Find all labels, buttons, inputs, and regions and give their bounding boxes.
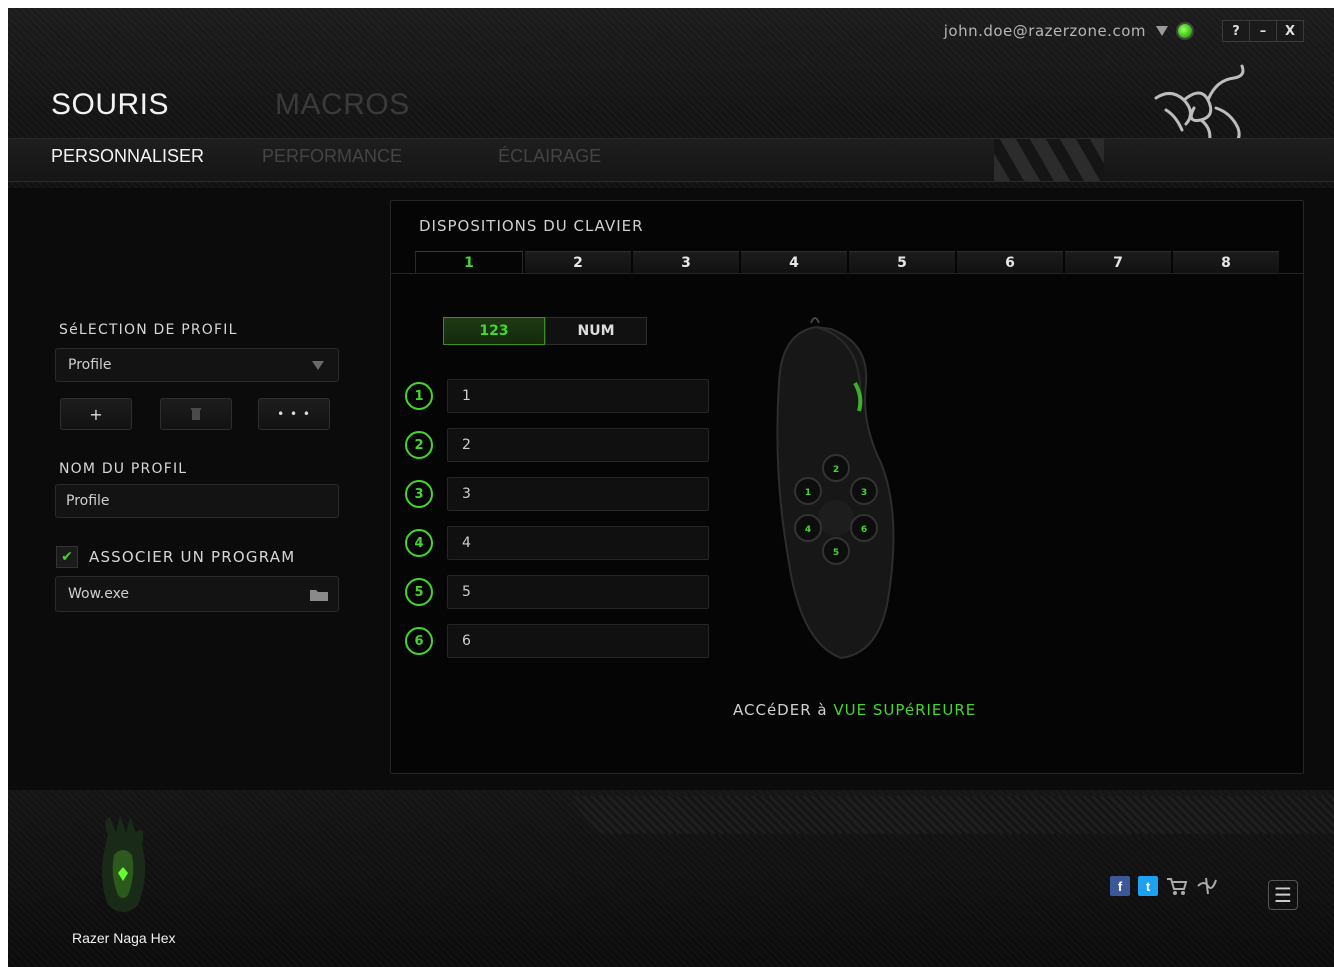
svg-text:4: 4 <box>805 525 811 535</box>
trash-icon <box>191 408 201 420</box>
key-row: 2 2 <box>405 428 709 462</box>
footer: Razer Naga Hex f t ☰ <box>8 790 1334 967</box>
mouse-side-view: 2 1 3 4 6 5 <box>776 317 895 660</box>
key-assignment-field[interactable]: 5 <box>447 575 709 609</box>
twitter-icon[interactable]: t <box>1138 876 1158 896</box>
svg-text:1: 1 <box>805 488 811 498</box>
key-row: 3 3 <box>405 477 709 511</box>
program-path-input[interactable]: Wow.exe <box>55 576 339 612</box>
key-number-badge: 2 <box>405 431 433 459</box>
svg-text:5: 5 <box>833 548 839 558</box>
social-links: f t <box>1110 876 1218 896</box>
key-number-badge: 1 <box>405 382 433 410</box>
menu-icon[interactable]: ☰ <box>1268 880 1298 910</box>
program-path-value: Wow.exe <box>68 586 130 602</box>
link-program-checkbox[interactable]: ✔ <box>56 546 78 568</box>
more-options-button[interactable]: • • • <box>258 398 330 430</box>
key-row: 5 5 <box>405 575 709 609</box>
account-dropdown-icon[interactable] <box>1156 26 1168 36</box>
tab-divider <box>391 273 1303 274</box>
cart-icon[interactable] <box>1166 876 1188 896</box>
keymap-tab-5[interactable]: 5 <box>849 251 955 274</box>
keymap-tab-6[interactable]: 6 <box>957 251 1063 274</box>
access-prefix: ACCéDER à <box>733 701 834 719</box>
tab-performance[interactable]: PERFORMANCE <box>262 146 402 167</box>
device-name: Razer Naga Hex <box>72 930 176 946</box>
minimize-button[interactable]: – <box>1250 21 1277 41</box>
delete-profile-button[interactable] <box>160 398 232 430</box>
keymap-tabs: 1 2 3 4 5 6 7 8 <box>415 251 1279 274</box>
profile-selection-label: SéLECTION DE PROFIL <box>59 322 238 338</box>
profile-name-input[interactable]: Profile <box>55 484 339 518</box>
svg-text:6: 6 <box>861 525 867 535</box>
facebook-icon[interactable]: f <box>1110 876 1130 896</box>
keymap-tab-2[interactable]: 2 <box>525 251 631 274</box>
keymap-tab-4[interactable]: 4 <box>741 251 847 274</box>
key-row: 1 1 <box>405 379 709 413</box>
key-assignment-field[interactable]: 6 <box>447 624 709 658</box>
keymap-panel: DISPOSITIONS DU CLAVIER 1 2 3 4 5 6 7 8 … <box>390 200 1304 774</box>
check-icon: ✔ <box>61 549 73 565</box>
footer-strip <box>568 796 1334 834</box>
close-button[interactable]: X <box>1277 21 1303 41</box>
tab-souris[interactable]: SOURIS <box>51 88 169 122</box>
key-number-badge: 3 <box>405 480 433 508</box>
keymap-title: DISPOSITIONS DU CLAVIER <box>419 217 644 235</box>
key-assignment-field[interactable]: 3 <box>447 477 709 511</box>
numpad-toggle: 123 NUM <box>443 317 647 345</box>
key-number-badge: 5 <box>405 578 433 606</box>
toggle-123-button[interactable]: 123 <box>443 317 545 345</box>
folder-icon[interactable] <box>310 588 328 601</box>
key-row: 6 6 <box>405 624 709 658</box>
window-controls: ? – X <box>1222 20 1304 42</box>
profile-select-value: Profile <box>68 357 112 373</box>
tab-personnaliser[interactable]: PERSONNALISER <box>51 146 204 167</box>
razer-icon[interactable] <box>1196 876 1218 896</box>
user-email[interactable]: john.doe@razerzone.com <box>944 22 1146 40</box>
keymap-tab-8[interactable]: 8 <box>1173 251 1279 274</box>
toggle-num-button[interactable]: NUM <box>545 317 647 345</box>
key-number-badge: 4 <box>405 529 433 557</box>
keymap-tab-7[interactable]: 7 <box>1065 251 1171 274</box>
profile-name-label: NOM DU PROFIL <box>59 461 188 477</box>
sub-tabs: PERSONNALISER PERFORMANCE ÉCLAIRAGE <box>51 146 659 167</box>
main-tabs: SOURIS MACROS <box>51 88 410 122</box>
decorative-stripes <box>994 139 1104 181</box>
profile-select[interactable]: Profile <box>55 348 339 382</box>
top-view-link[interactable]: VUE SUPéRIEURE <box>833 701 976 719</box>
add-profile-button[interactable]: + <box>60 398 132 430</box>
help-button[interactable]: ? <box>1223 21 1250 41</box>
razer-synapse-window: john.doe@razerzone.com ? – X SOURIS MACR… <box>8 8 1334 967</box>
access-top-view: ACCéDER à VUE SUPéRIEURE <box>733 701 976 719</box>
svg-text:3: 3 <box>861 488 867 498</box>
key-assignment-field[interactable]: 1 <box>447 379 709 413</box>
chevron-down-icon <box>312 361 324 370</box>
key-row: 4 4 <box>405 526 709 560</box>
key-assignment-field[interactable]: 2 <box>447 428 709 462</box>
key-assignment-field[interactable]: 4 <box>447 526 709 560</box>
tab-macros[interactable]: MACROS <box>275 88 410 122</box>
keymap-tab-3[interactable]: 3 <box>633 251 739 274</box>
link-program-label: ASSOCIER UN PROGRAM <box>89 548 296 566</box>
keymap-tab-1[interactable]: 1 <box>415 251 523 274</box>
key-number-badge: 6 <box>405 627 433 655</box>
device-thumbnail-icon[interactable] <box>88 815 158 915</box>
svg-text:2: 2 <box>833 465 839 475</box>
online-status-icon <box>1178 24 1192 38</box>
tab-eclairage[interactable]: ÉCLAIRAGE <box>498 146 601 167</box>
top-bar: john.doe@razerzone.com ? – X <box>944 20 1304 42</box>
